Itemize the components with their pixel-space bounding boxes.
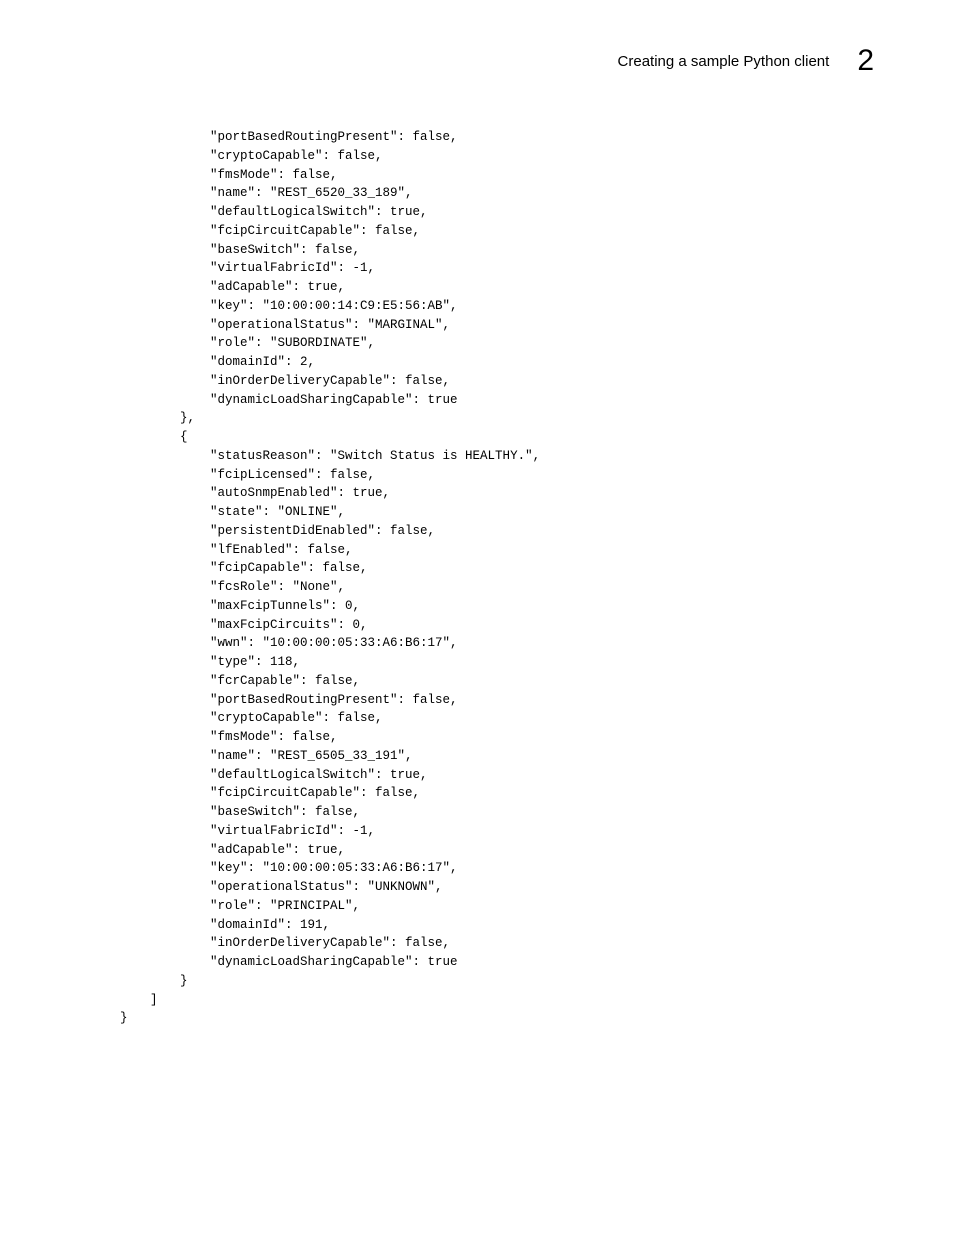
page-header-title: Creating a sample Python client xyxy=(618,53,830,70)
page-header: Creating a sample Python client 2 xyxy=(618,44,874,78)
page: Creating a sample Python client 2 "portB… xyxy=(0,0,954,1235)
page-header-chapter-number: 2 xyxy=(857,44,874,78)
code-block: "portBasedRoutingPresent": false, "crypt… xyxy=(120,128,540,1028)
